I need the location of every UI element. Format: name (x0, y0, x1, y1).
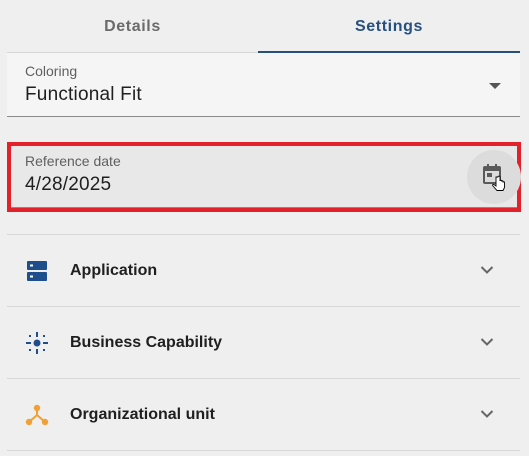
application-icon (27, 261, 47, 281)
section-organizational-unit[interactable]: Organizational unit (7, 379, 520, 450)
organizational-unit-icon (25, 404, 49, 426)
reference-date-label: Reference date (25, 153, 121, 169)
chevron-down-icon[interactable] (480, 337, 494, 347)
section-application-label: Application (70, 262, 158, 279)
divider (7, 450, 520, 451)
chevron-down-icon[interactable] (480, 265, 494, 275)
business-capability-icon (26, 332, 48, 354)
coloring-select[interactable]: Coloring Functional Fit (7, 53, 520, 117)
tab-details[interactable]: Details (7, 0, 258, 53)
reference-date-field: Reference date 4/28/2025 (11, 146, 521, 208)
reference-date-highlight: Reference date 4/28/2025 (7, 142, 521, 212)
tab-details-label: Details (104, 17, 161, 35)
dropdown-arrow-icon[interactable] (489, 83, 501, 89)
section-business-capability-label: Business Capability (70, 334, 223, 351)
section-business-capability[interactable]: Business Capability (7, 307, 520, 378)
coloring-label: Coloring (25, 63, 78, 79)
section-application[interactable]: Application (7, 235, 520, 306)
coloring-value: Functional Fit (25, 84, 142, 105)
chevron-down-icon[interactable] (480, 409, 494, 419)
calendar-icon (483, 164, 505, 191)
tab-bar: Details Settings (0, 0, 529, 53)
settings-panel: Details Settings Coloring Functional Fit… (0, 0, 529, 456)
section-organizational-unit-label: Organizational unit (70, 406, 215, 423)
reference-date-value: 4/28/2025 (25, 174, 112, 195)
tab-settings[interactable]: Settings (258, 0, 520, 53)
tab-settings-label: Settings (355, 17, 423, 35)
calendar-button[interactable] (467, 150, 521, 204)
